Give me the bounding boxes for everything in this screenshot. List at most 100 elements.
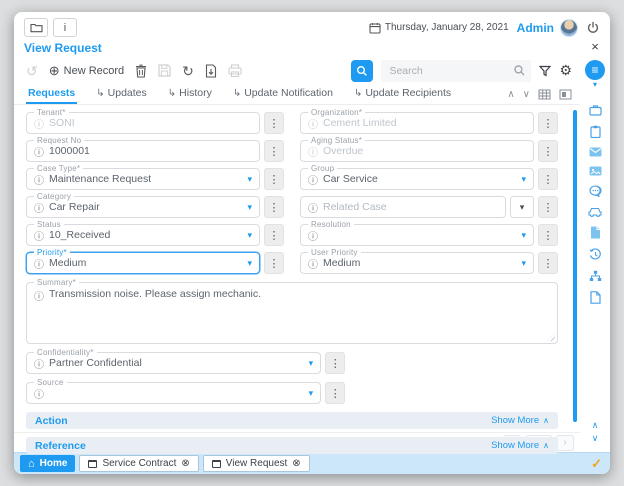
tab-update-recipients[interactable]: ↳ Update Recipients bbox=[352, 84, 453, 104]
kebab-icon: ⋮ bbox=[330, 357, 341, 370]
menu-caret-icon[interactable]: ▾ bbox=[593, 80, 597, 89]
category-menu-button[interactable]: ⋮ bbox=[264, 196, 284, 218]
source-select[interactable]: Source ⓘ ▾ bbox=[26, 382, 321, 404]
related-case-menu-button[interactable]: ⋮ bbox=[538, 196, 558, 218]
dropdown-caret-icon[interactable]: ▾ bbox=[515, 230, 526, 241]
resolution-select[interactable]: Resolution ⓘ ▾ bbox=[300, 224, 534, 246]
dropdown-caret-icon[interactable]: ▾ bbox=[515, 174, 526, 185]
filter-icon[interactable] bbox=[539, 65, 551, 77]
user-priority-select[interactable]: User Priority ⓘ Medium ▾ bbox=[300, 252, 534, 274]
form-view-icon[interactable] bbox=[559, 89, 572, 100]
dropdown-caret-icon[interactable]: ▾ bbox=[241, 174, 252, 185]
field-value: Partner Confidential bbox=[49, 357, 142, 369]
blank-doc-icon[interactable] bbox=[590, 291, 601, 304]
tab-updates[interactable]: ↳ Updates bbox=[94, 84, 149, 104]
action-show-more[interactable]: Show More ∧ bbox=[491, 415, 549, 426]
category-select[interactable]: Category ⓘ Car Repair ▾ bbox=[26, 196, 260, 218]
info-button[interactable]: i bbox=[53, 18, 77, 37]
search-button[interactable] bbox=[351, 60, 373, 82]
bottom-tab-view-request[interactable]: View Request ⊗ bbox=[203, 455, 310, 472]
vertical-scrollbar[interactable] bbox=[573, 110, 577, 422]
section-reference[interactable]: Reference Show More ∧ bbox=[26, 437, 558, 454]
priority-select[interactable]: Priority* ⓘ Medium ▾ bbox=[26, 252, 260, 274]
mail-icon[interactable] bbox=[589, 147, 602, 157]
aging-status-menu-button[interactable]: ⋮ bbox=[538, 140, 558, 162]
export-doc-icon bbox=[205, 64, 217, 78]
summary-textarea[interactable]: Summary* ⓘ Transmission noise. Please as… bbox=[26, 282, 558, 344]
case-type-menu-button[interactable]: ⋮ bbox=[264, 168, 284, 190]
chat-icon[interactable] bbox=[589, 185, 602, 197]
power-icon[interactable] bbox=[586, 21, 600, 35]
image-card-icon[interactable] bbox=[589, 166, 602, 176]
print-button[interactable] bbox=[228, 64, 242, 77]
request-no-menu-button[interactable]: ⋮ bbox=[264, 140, 284, 162]
search-input[interactable] bbox=[381, 60, 531, 82]
kebab-icon: ⋮ bbox=[543, 173, 554, 186]
refresh-button[interactable]: ↻ bbox=[182, 64, 194, 78]
related-case-field[interactable]: ⓘ Related Case bbox=[300, 196, 506, 218]
collapse-up-icon[interactable]: ∧ bbox=[507, 89, 514, 100]
status-select[interactable]: Status ⓘ 10_Received ▾ bbox=[26, 224, 260, 246]
resolution-menu-button[interactable]: ⋮ bbox=[538, 224, 558, 246]
document-icon[interactable] bbox=[590, 226, 601, 239]
tab-arrow-icon: ↳ bbox=[96, 88, 104, 99]
bottom-tab-label: View Request bbox=[226, 458, 288, 469]
related-case-dropdown-button[interactable]: ▾ bbox=[510, 196, 534, 218]
folder-button[interactable] bbox=[24, 18, 48, 37]
organization-menu-button[interactable]: ⋮ bbox=[538, 112, 558, 134]
section-action[interactable]: Action Show More ∧ bbox=[26, 412, 558, 429]
field-confidentiality: Confidentiality* ⓘ Partner Confidential … bbox=[26, 352, 345, 374]
new-record-button[interactable]: ⊕ New Record bbox=[49, 63, 124, 79]
user-priority-menu-button[interactable]: ⋮ bbox=[538, 252, 558, 274]
resize-handle[interactable] bbox=[547, 333, 555, 341]
dropdown-caret-icon[interactable]: ▾ bbox=[303, 388, 314, 399]
avatar[interactable] bbox=[560, 19, 578, 37]
next-page-button[interactable]: › bbox=[556, 435, 574, 451]
history-icon[interactable] bbox=[589, 248, 602, 261]
search-input-icon bbox=[513, 64, 526, 77]
confidentiality-menu-button[interactable]: ⋮ bbox=[325, 352, 345, 374]
undo-button[interactable]: ↺ bbox=[26, 64, 38, 78]
dropdown-caret-icon[interactable]: ▾ bbox=[241, 202, 252, 213]
field-value: Overdue bbox=[323, 145, 363, 157]
source-menu-button[interactable]: ⋮ bbox=[325, 382, 345, 404]
dropdown-caret-icon[interactable]: ▾ bbox=[515, 258, 526, 269]
group-menu-button[interactable]: ⋮ bbox=[538, 168, 558, 190]
dropdown-caret-icon[interactable]: ▾ bbox=[241, 230, 252, 241]
car-icon[interactable] bbox=[588, 206, 602, 217]
sitemap-icon[interactable] bbox=[589, 270, 602, 282]
group-select[interactable]: Group ⓘ Car Service ▾ bbox=[300, 168, 534, 190]
export-button[interactable] bbox=[205, 64, 217, 78]
tab-history[interactable]: ↳ History bbox=[166, 84, 214, 104]
scroll-down-icon[interactable]: ∨ bbox=[592, 433, 599, 444]
tab-requests[interactable]: Requests bbox=[26, 84, 77, 104]
request-no-field[interactable]: Request No ⓘ 1000001 bbox=[26, 140, 260, 162]
settings-gear-icon[interactable]: ⚙ bbox=[559, 62, 572, 79]
menu-button[interactable]: ≡ bbox=[585, 60, 605, 80]
case-type-select[interactable]: Case Type* ⓘ Maintenance Request ▾ bbox=[26, 168, 260, 190]
briefcase-icon[interactable] bbox=[589, 104, 602, 116]
title-row: View Request bbox=[14, 39, 580, 57]
tab-update-notification[interactable]: ↳ Update Notification bbox=[231, 84, 335, 104]
scroll-up-icon[interactable]: ∧ bbox=[592, 420, 599, 431]
bottom-tab-home[interactable]: ⌂ Home bbox=[20, 455, 75, 472]
reference-show-more[interactable]: Show More ∧ bbox=[491, 440, 549, 451]
dropdown-caret-icon[interactable]: ▾ bbox=[303, 358, 314, 369]
dropdown-caret-icon[interactable]: ▾ bbox=[241, 258, 252, 269]
user-menu[interactable]: Admin bbox=[517, 21, 554, 35]
save-button[interactable] bbox=[158, 64, 171, 77]
tab-close-icon[interactable]: ⊗ bbox=[292, 458, 300, 469]
tenant-menu-button[interactable]: ⋮ bbox=[264, 112, 284, 134]
collapse-down-icon[interactable]: ∨ bbox=[523, 89, 530, 100]
priority-menu-button[interactable]: ⋮ bbox=[264, 252, 284, 274]
close-icon[interactable]: × bbox=[591, 40, 599, 53]
tab-close-icon[interactable]: ⊗ bbox=[181, 458, 189, 469]
confidentiality-select[interactable]: Confidentiality* ⓘ Partner Confidential … bbox=[26, 352, 321, 374]
grid-view-icon[interactable] bbox=[538, 89, 551, 100]
next-icon: › bbox=[563, 437, 566, 448]
status-menu-button[interactable]: ⋮ bbox=[264, 224, 284, 246]
clipboard-icon[interactable] bbox=[590, 125, 601, 138]
check-icon[interactable]: ✓ bbox=[591, 456, 602, 472]
delete-button[interactable] bbox=[135, 64, 147, 78]
bottom-tab-service-contract[interactable]: Service Contract ⊗ bbox=[79, 455, 198, 472]
